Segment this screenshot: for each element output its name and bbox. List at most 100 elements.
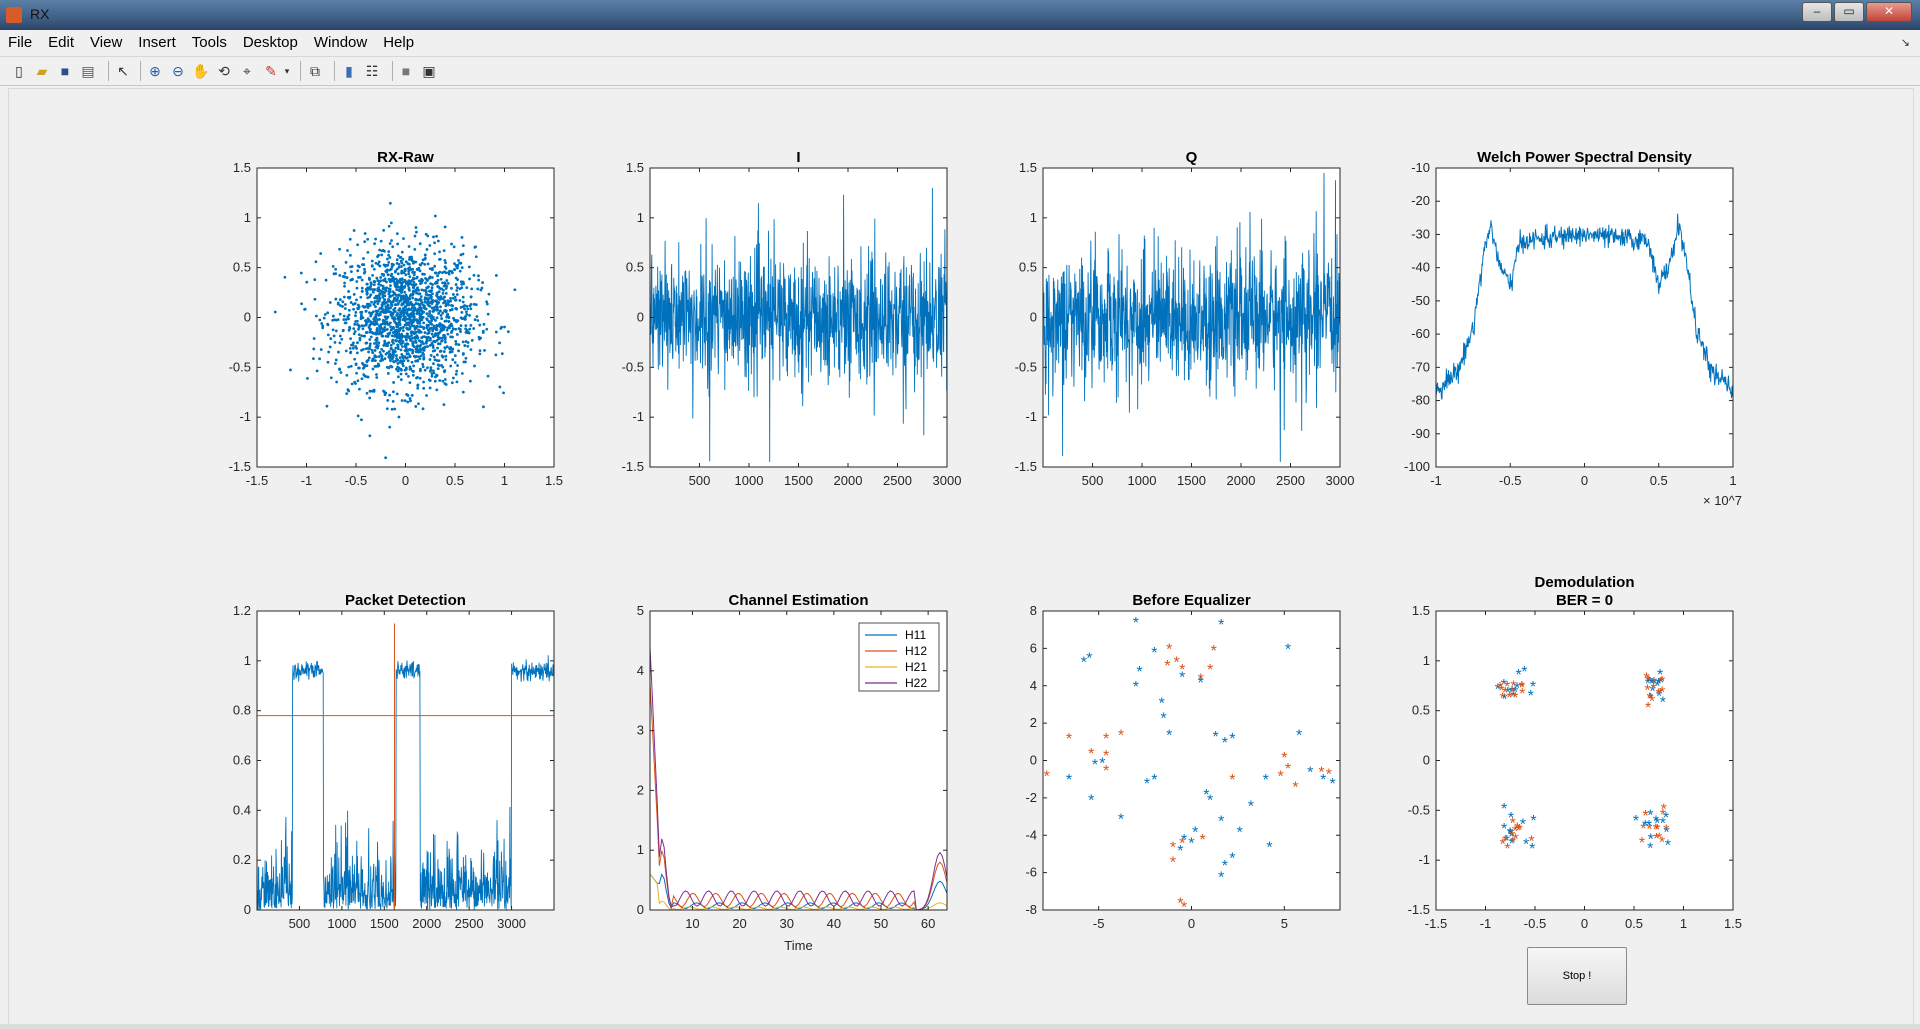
data-point [464, 310, 468, 314]
data-point [393, 310, 397, 313]
data-point [374, 237, 378, 241]
data-point [381, 358, 385, 362]
data-point [389, 346, 393, 350]
data-point [443, 382, 447, 385]
data-point [384, 317, 388, 321]
y-tick-label: -10 [1411, 160, 1430, 175]
data-point [400, 352, 404, 356]
data-point [410, 311, 414, 315]
data-point [415, 330, 418, 334]
star-marker: * [1237, 825, 1243, 842]
i-plot[interactable]: 500 1000 1500 2000 2500 3000 -1.5 -1 -0.5 0 0.5 1 1.… [622, 149, 962, 488]
data-point [432, 307, 436, 311]
rx-raw-plot[interactable]: -1.5 -1 -0.5 0 0.5 1 1.5 -1.5 -1 -0.5 0 0.5 1 1.5 RX-R… [229, 149, 563, 488]
demodulation-plot[interactable]: * ****** **** ** *** ** **** * *** ************* *… [1408, 574, 1742, 931]
data-point [391, 399, 395, 403]
data-point [382, 228, 386, 232]
y-tick-label: -1 [1418, 852, 1430, 867]
data-point [400, 309, 404, 313]
data-point [392, 350, 396, 354]
data-point [419, 330, 423, 334]
data-point [358, 338, 362, 342]
data-point [411, 351, 415, 355]
data-point [373, 364, 377, 368]
data-point [449, 364, 453, 368]
data-point [457, 259, 460, 262]
data-point [404, 372, 408, 376]
data-point [349, 351, 352, 355]
channel-estimation-plot[interactable]: H11 H12 H21 H22 Time 10 20 30 40 50 60 0 1 2 3 4 5 Channe… [637, 592, 948, 953]
before-equalizer-plot[interactable]: ********** *** * ******* ***** *** ***********… [1025, 592, 1341, 931]
data-point [396, 242, 400, 246]
star-marker: * [1292, 780, 1298, 797]
data-point [424, 281, 427, 285]
data-point [494, 353, 498, 357]
data-point [375, 276, 379, 280]
data-point [326, 333, 330, 337]
data-point [443, 309, 447, 312]
data-point [384, 391, 388, 395]
data-point [434, 271, 438, 275]
data-point [408, 397, 412, 400]
data-point [392, 316, 396, 320]
data-point [383, 357, 387, 361]
data-point [400, 286, 403, 290]
data-point [436, 285, 440, 288]
data-point [465, 286, 469, 290]
q-plot[interactable]: 500 1000 1500 2000 2500 3000 -1.5 -1 -0.5 0 0.5 1 1.… [1015, 149, 1355, 488]
data-point [397, 254, 400, 258]
star-marker: * [1516, 823, 1522, 840]
data-point [413, 335, 417, 339]
data-point [411, 296, 415, 300]
data-point [442, 403, 446, 407]
data-point [322, 316, 326, 320]
data-point [473, 245, 477, 249]
data-point [357, 366, 361, 370]
x-tick-label: 2000 [1227, 473, 1256, 488]
packet-detection-plot[interactable]: 500 1000 1500 2000 2500 3000 0 0.2 0.4 0.6 0.8 1 1.2… [233, 592, 555, 931]
data-point [436, 239, 440, 243]
data-point [443, 378, 447, 381]
data-point [303, 307, 306, 311]
data-point [459, 324, 463, 328]
data-point [436, 342, 440, 346]
stop-button[interactable]: Stop ! [1527, 947, 1627, 1005]
data-point [406, 299, 410, 303]
data-point [375, 296, 379, 300]
data-point [314, 260, 318, 264]
data-point [411, 293, 414, 297]
data-point [362, 257, 365, 260]
data-point [355, 319, 359, 323]
y-tick-label: -40 [1411, 260, 1430, 275]
y-tick-label: 0.8 [233, 703, 251, 718]
data-point [414, 405, 418, 408]
data-point [348, 327, 352, 330]
data-point [319, 348, 323, 351]
data-point [414, 355, 418, 358]
data-point [445, 284, 449, 288]
data-point [412, 273, 416, 277]
axes-background [1436, 611, 1733, 910]
data-point [338, 304, 342, 307]
welch-psd-plot[interactable]: -1 -0.5 0 0.5 1 -100 -90 -80 -70 -60 -50 -40 -30 -20 -… [1404, 149, 1742, 508]
x-tick-label: 0 [1581, 916, 1588, 931]
data-point [387, 332, 391, 336]
data-point [373, 349, 377, 352]
data-point [385, 342, 389, 345]
data-point [422, 348, 426, 352]
data-point [481, 281, 484, 284]
data-point [458, 269, 462, 273]
y-tick-label: 1 [637, 842, 644, 857]
star-marker: * [1519, 679, 1525, 696]
data-point [403, 312, 406, 315]
star-marker: * [1170, 854, 1176, 871]
data-point [306, 377, 309, 380]
data-point [416, 309, 420, 313]
data-point [376, 344, 380, 347]
data-point [416, 384, 420, 387]
data-point [455, 342, 458, 346]
data-point [375, 320, 378, 324]
data-point [399, 348, 403, 352]
x-tick-label: 1500 [1177, 473, 1206, 488]
plot-title: Q [1186, 149, 1198, 166]
